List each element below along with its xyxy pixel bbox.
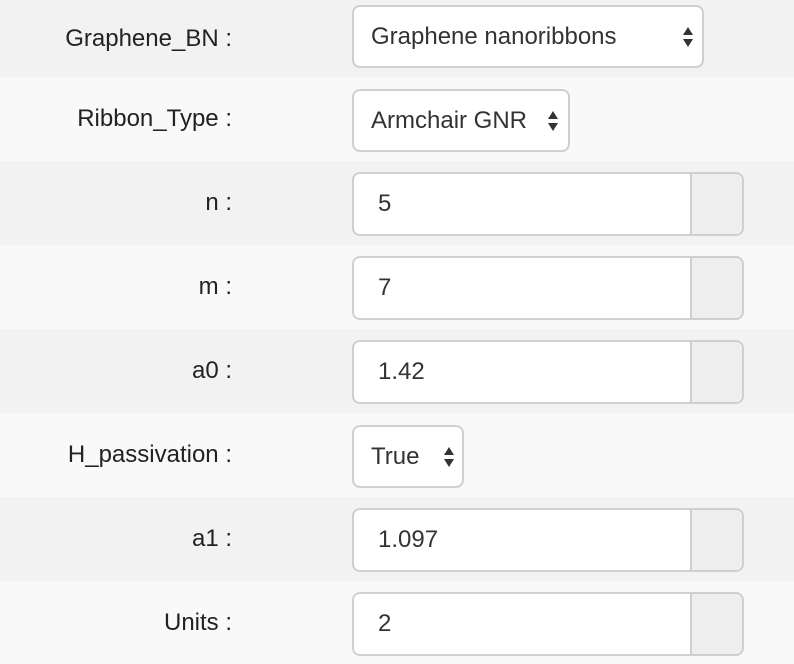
- graphene-bn-select[interactable]: Graphene nanoribbons: [352, 5, 704, 68]
- graphene-bn-label: Graphene_BN :: [65, 24, 232, 52]
- select-arrows-icon: [683, 26, 693, 47]
- a1-input[interactable]: 1.097: [354, 510, 692, 570]
- units-input-group: 2: [352, 592, 744, 656]
- m-input-addon: [692, 258, 742, 318]
- a0-label: a0 :: [191, 357, 232, 384]
- row-ribbon-type: Ribbon_Type : Armchair GNR: [0, 77, 794, 161]
- n-label: n :: [205, 189, 232, 216]
- a0-input-addon: [692, 342, 742, 402]
- row-n: n : 5: [0, 161, 794, 245]
- h-passivation-selected-value: True: [371, 442, 420, 470]
- units-label: Units :: [163, 609, 232, 636]
- a1-input-group: 1.097: [352, 508, 744, 572]
- n-input-addon: [692, 174, 742, 234]
- select-arrows-icon: [548, 110, 558, 131]
- m-label: m :: [198, 273, 232, 300]
- row-a1: a1 : 1.097: [0, 497, 794, 581]
- ribbon-type-label: Ribbon_Type :: [77, 105, 232, 132]
- n-input-group: 5: [352, 172, 744, 236]
- m-input[interactable]: 7: [354, 258, 692, 318]
- row-h-passivation: H_passivation : True: [0, 413, 794, 497]
- ribbon-type-selected-value: Armchair GNR: [371, 106, 528, 134]
- h-passivation-label: H_passivation :: [67, 441, 232, 468]
- a1-label: a1 :: [191, 525, 232, 552]
- a1-input-addon: [692, 510, 742, 570]
- row-m: m : 7: [0, 245, 794, 329]
- graphene-bn-selected-value: Graphene nanoribbons: [371, 22, 617, 50]
- h-passivation-select[interactable]: True: [352, 425, 464, 488]
- select-arrows-icon: [444, 446, 454, 467]
- row-units: Units : 2: [0, 581, 794, 664]
- n-input[interactable]: 5: [354, 174, 692, 234]
- units-input[interactable]: 2: [354, 594, 692, 654]
- parameter-form: Graphene_BN : Graphene nanoribbons Ribbo…: [0, 0, 794, 664]
- a0-input[interactable]: 1.42: [354, 342, 692, 402]
- ribbon-type-select[interactable]: Armchair GNR: [352, 89, 570, 152]
- row-graphene-bn: Graphene_BN : Graphene nanoribbons: [0, 0, 794, 77]
- m-input-group: 7: [352, 256, 744, 320]
- a0-input-group: 1.42: [352, 340, 744, 404]
- units-input-addon: [692, 594, 742, 654]
- row-a0: a0 : 1.42: [0, 329, 794, 413]
